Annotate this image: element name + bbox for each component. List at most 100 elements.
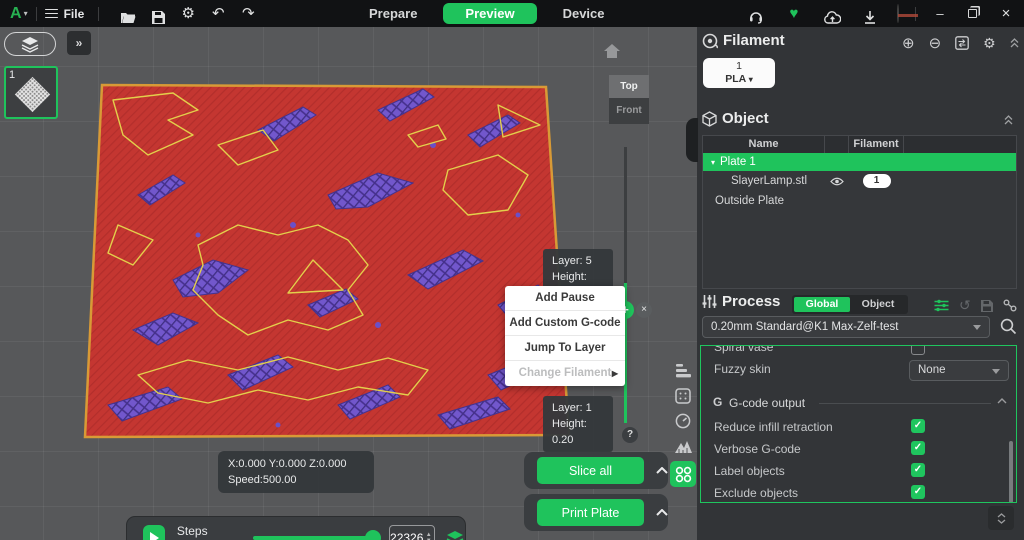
menu-item-change-filament[interactable]: Change Filament ▶ [505, 361, 625, 386]
help-button[interactable]: ? [622, 427, 638, 443]
object-collapse-icon[interactable] [1004, 115, 1013, 125]
table-row-object[interactable]: SlayerLamp.stl 1 [703, 171, 1016, 191]
slice-all-container: Slice all [524, 452, 668, 489]
filament-collapse-icon[interactable] [1010, 38, 1019, 48]
table-row-outside-plate[interactable]: Outside Plate [703, 191, 1016, 211]
file-menu[interactable]: File [64, 7, 85, 21]
home-view-icon[interactable] [604, 44, 620, 58]
layer-slider-track[interactable] [624, 147, 627, 283]
process-sliders-icon [702, 294, 717, 309]
object-cube-icon [702, 111, 717, 127]
menu-item-jump-to-layer[interactable]: Jump To Layer [505, 336, 625, 361]
filament-settings-gear-icon[interactable]: ⚙ [983, 35, 996, 52]
setting-row-fuzzy-skin: Fuzzy skin None [701, 360, 1016, 380]
menu-item-add-custom-gcode[interactable]: Add Custom G-code [505, 311, 625, 336]
add-filament-icon[interactable]: ⊕ [902, 34, 915, 52]
redo-icon[interactable]: ↷ [233, 0, 263, 27]
reset-preset-icon[interactable]: ↺ [959, 297, 971, 314]
filament-slot-material[interactable]: PLA ▾ [703, 73, 775, 86]
exclude-objects-checkbox[interactable]: ✓ [911, 485, 925, 499]
open-folder-icon[interactable] [113, 4, 143, 24]
tree-expand-icon[interactable]: ▾ [711, 158, 715, 167]
favorites-heart-icon[interactable]: ♥ [775, 0, 813, 27]
gcode-section-icon: G [713, 395, 722, 409]
wrench-tools-icon[interactable] [1003, 299, 1017, 312]
speed-gauge-icon[interactable] [672, 410, 694, 432]
section-collapse-chevron-icon[interactable] [997, 398, 1007, 404]
user-avatar[interactable] [897, 5, 899, 23]
print-plate-button[interactable]: Print Plate [537, 499, 644, 526]
panel-expand-button[interactable] [988, 506, 1014, 530]
column-extra [904, 136, 1016, 153]
column-filament: Filament [849, 136, 904, 153]
scope-toggle: Global Object [792, 295, 908, 314]
process-header-actions: ↺ [934, 297, 1017, 314]
plate-bounds-icon[interactable] [672, 385, 694, 407]
play-button[interactable] [143, 525, 165, 540]
layer-stats-icon[interactable] [672, 360, 694, 382]
panel-collapse-handle[interactable] [686, 118, 698, 162]
tune-settings-icon[interactable] [934, 299, 949, 312]
preview-viewport[interactable]: » 1 Top Front + × Layer: 5 Height: 1.00 … [0, 27, 697, 540]
window-restore-icon[interactable] [956, 0, 988, 27]
toggle-global[interactable]: Global [794, 297, 850, 312]
menu-item-add-pause[interactable]: Add Pause [505, 286, 625, 311]
filament-header-actions: ⊕ ⊖ ⚙ [902, 34, 1019, 52]
verbose-gcode-checkbox[interactable]: ✓ [911, 441, 925, 455]
tab-preview[interactable]: Preview [443, 3, 536, 24]
download-icon[interactable] [851, 4, 889, 24]
gcode-status-tooltip: X:0.000 Y:0.000 Z:0.000 Speed:500.00 [218, 451, 374, 493]
save-icon[interactable] [143, 4, 173, 24]
steps-slider-thumb[interactable] [365, 530, 381, 540]
structure-icon[interactable] [672, 435, 694, 457]
reduce-infill-retraction-checkbox[interactable]: ✓ [911, 419, 925, 433]
slice-all-button[interactable]: Slice all [537, 457, 644, 484]
print-options-chevron-icon[interactable] [656, 509, 668, 516]
steps-slider[interactable] [253, 536, 373, 540]
undo-icon[interactable]: ↶ [203, 0, 233, 27]
filament-badge[interactable]: 1 [863, 174, 891, 188]
settings-scrollbar[interactable] [1009, 441, 1013, 503]
menu-icon[interactable] [45, 6, 58, 21]
plate-list-toggle-button[interactable] [4, 32, 56, 56]
spinner-arrows[interactable]: ▲▼ [423, 532, 434, 540]
steps-spinbox[interactable]: 22326 ▲▼ [389, 525, 435, 540]
cloud-upload-icon[interactable] [813, 4, 851, 24]
app-logo[interactable]: A [10, 5, 21, 23]
tab-device[interactable]: Device [549, 3, 619, 24]
filament-slot-card[interactable]: 1 PLA ▾ [703, 58, 775, 88]
gcode-output-section-header[interactable]: G G-code output [701, 394, 1016, 414]
tab-prepare[interactable]: Prepare [355, 3, 431, 24]
spiral-vase-checkbox[interactable] [911, 345, 925, 355]
color-scheme-button[interactable] [670, 461, 696, 487]
filament-layers-icon[interactable] [445, 530, 465, 540]
print-plate-container: Print Plate [524, 494, 668, 531]
search-settings-icon[interactable] [1000, 318, 1017, 335]
visibility-eye-icon[interactable] [825, 177, 849, 186]
preset-select[interactable]: 0.20mm Standard@K1 Max-Zelf-test [702, 316, 990, 338]
fuzzy-skin-select[interactable]: None [909, 360, 1009, 381]
expand-plate-panel-button[interactable]: » [67, 31, 91, 55]
table-row-plate[interactable]: ▾ Plate 1 [703, 153, 1016, 171]
object-header: Object [702, 110, 769, 127]
sliced-layer-render [78, 75, 578, 447]
toggle-object[interactable]: Object [850, 297, 906, 312]
view-cube-top-face[interactable]: Top [609, 75, 649, 98]
logo-chevron-down-icon[interactable]: ▾ [24, 9, 28, 18]
sync-filament-icon[interactable] [955, 36, 969, 50]
layer-slider-close-button[interactable]: × [636, 302, 652, 318]
layers-icon [20, 36, 40, 53]
window-minimize-icon[interactable]: – [924, 0, 956, 27]
label-objects-checkbox[interactable]: ✓ [911, 463, 925, 477]
slice-options-chevron-icon[interactable] [656, 467, 668, 474]
save-preset-icon[interactable] [981, 300, 993, 312]
plate-thumbnail[interactable]: 1 [4, 66, 58, 119]
filament-badge-wrap[interactable]: 1 [849, 174, 904, 188]
support-headset-icon[interactable] [737, 4, 775, 24]
process-settings-panel[interactable]: Spiral vase Fuzzy skin None G G-code out… [700, 345, 1017, 503]
steps-value[interactable]: 22326 [390, 531, 423, 540]
remove-filament-icon[interactable]: ⊖ [929, 34, 942, 52]
view-cube-front-face[interactable]: Front [609, 98, 649, 124]
settings-gear-icon[interactable]: ⚙ [173, 0, 203, 27]
window-close-icon[interactable]: × [988, 0, 1024, 27]
